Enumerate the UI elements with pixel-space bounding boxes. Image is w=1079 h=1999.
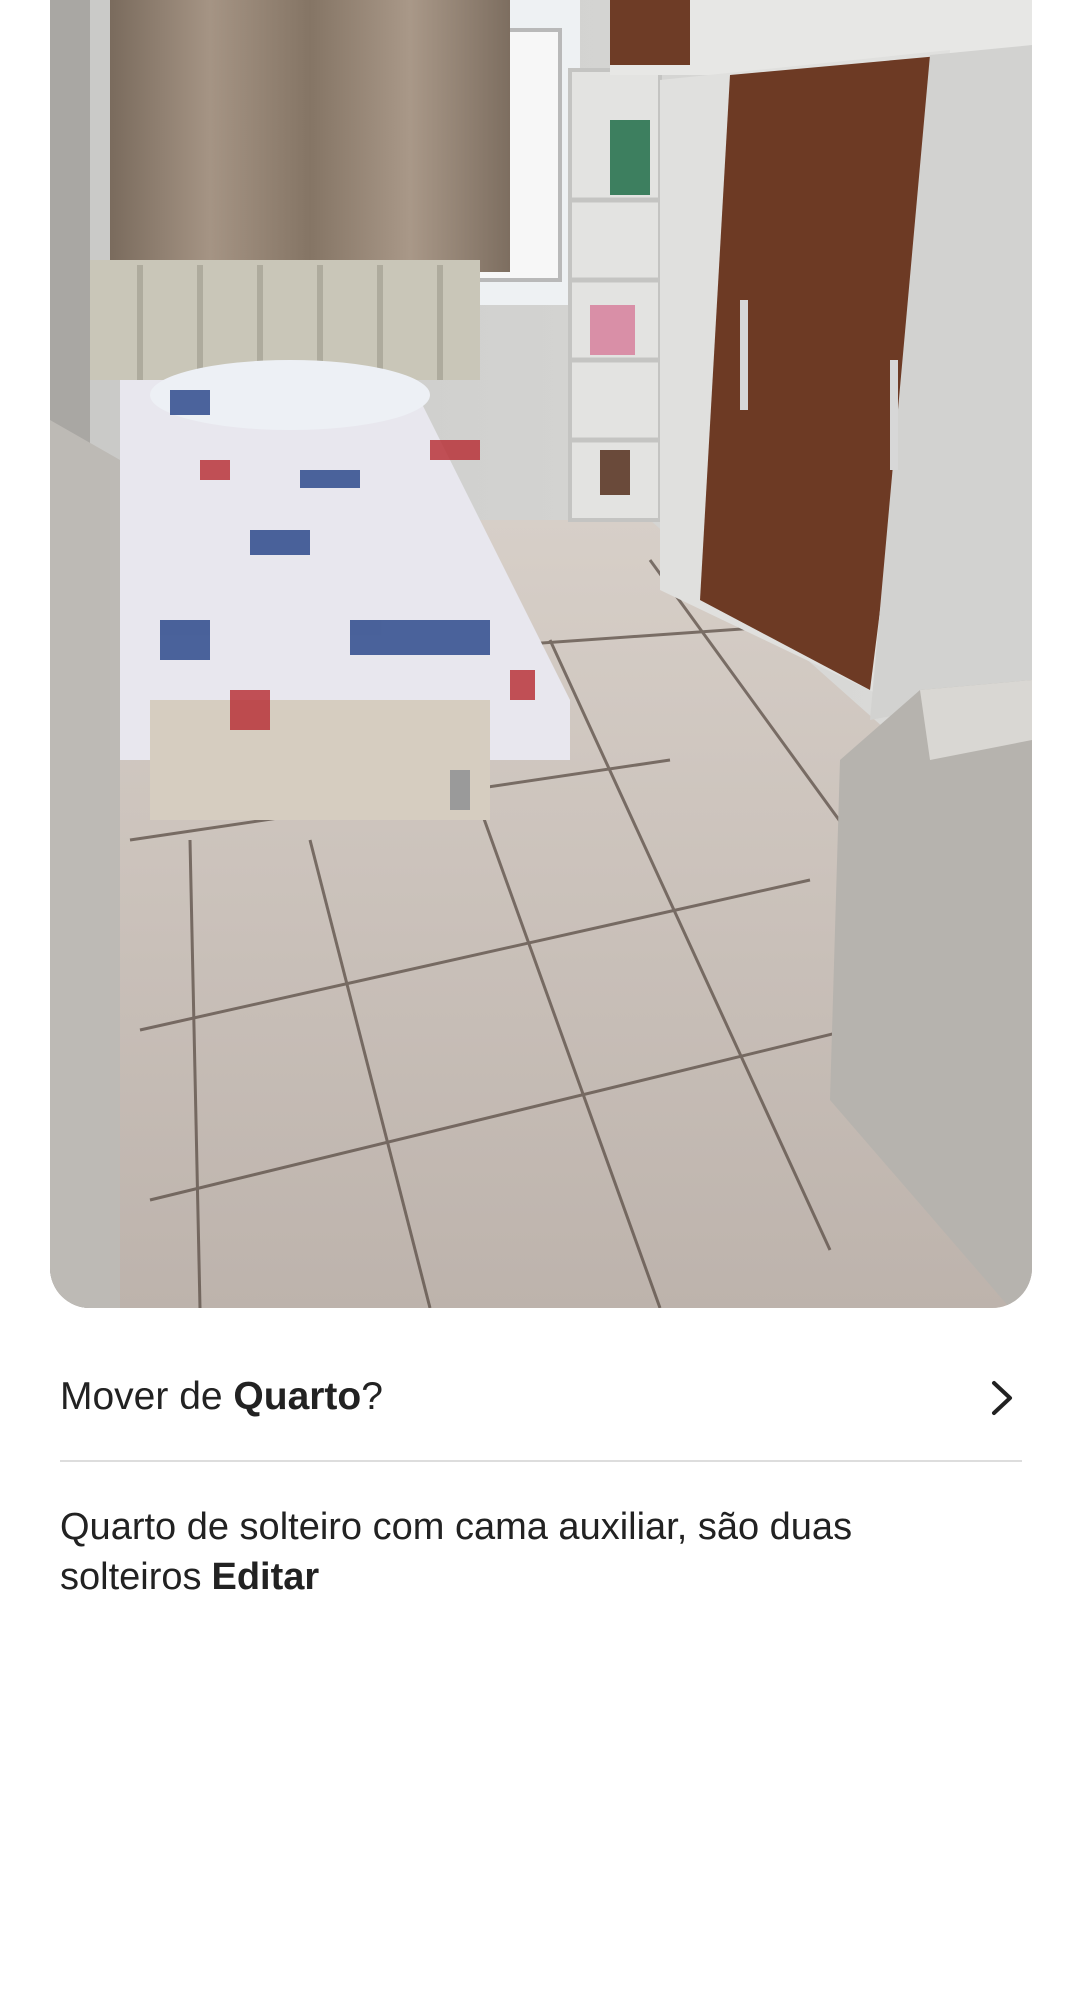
- room-photo[interactable]: [50, 0, 1032, 1308]
- room-description: Quarto de solteiro com cama auxiliar, sã…: [60, 1502, 1022, 1602]
- move-room-name: Quarto: [233, 1375, 362, 1419]
- edit-description-link[interactable]: Editar: [212, 1556, 320, 1598]
- move-room-label: Mover de Quarto?: [60, 1374, 383, 1421]
- divider: [60, 1460, 1022, 1462]
- move-room-prefix: Mover de: [60, 1375, 234, 1419]
- move-room-row[interactable]: Mover de Quarto?: [60, 1340, 1022, 1455]
- room-description-text: Quarto de solteiro com cama auxiliar, sã…: [60, 1506, 853, 1598]
- chevron-right-icon[interactable]: [982, 1374, 1022, 1422]
- room-photo-illustration: [50, 0, 1032, 1308]
- move-room-suffix: ?: [361, 1375, 383, 1419]
